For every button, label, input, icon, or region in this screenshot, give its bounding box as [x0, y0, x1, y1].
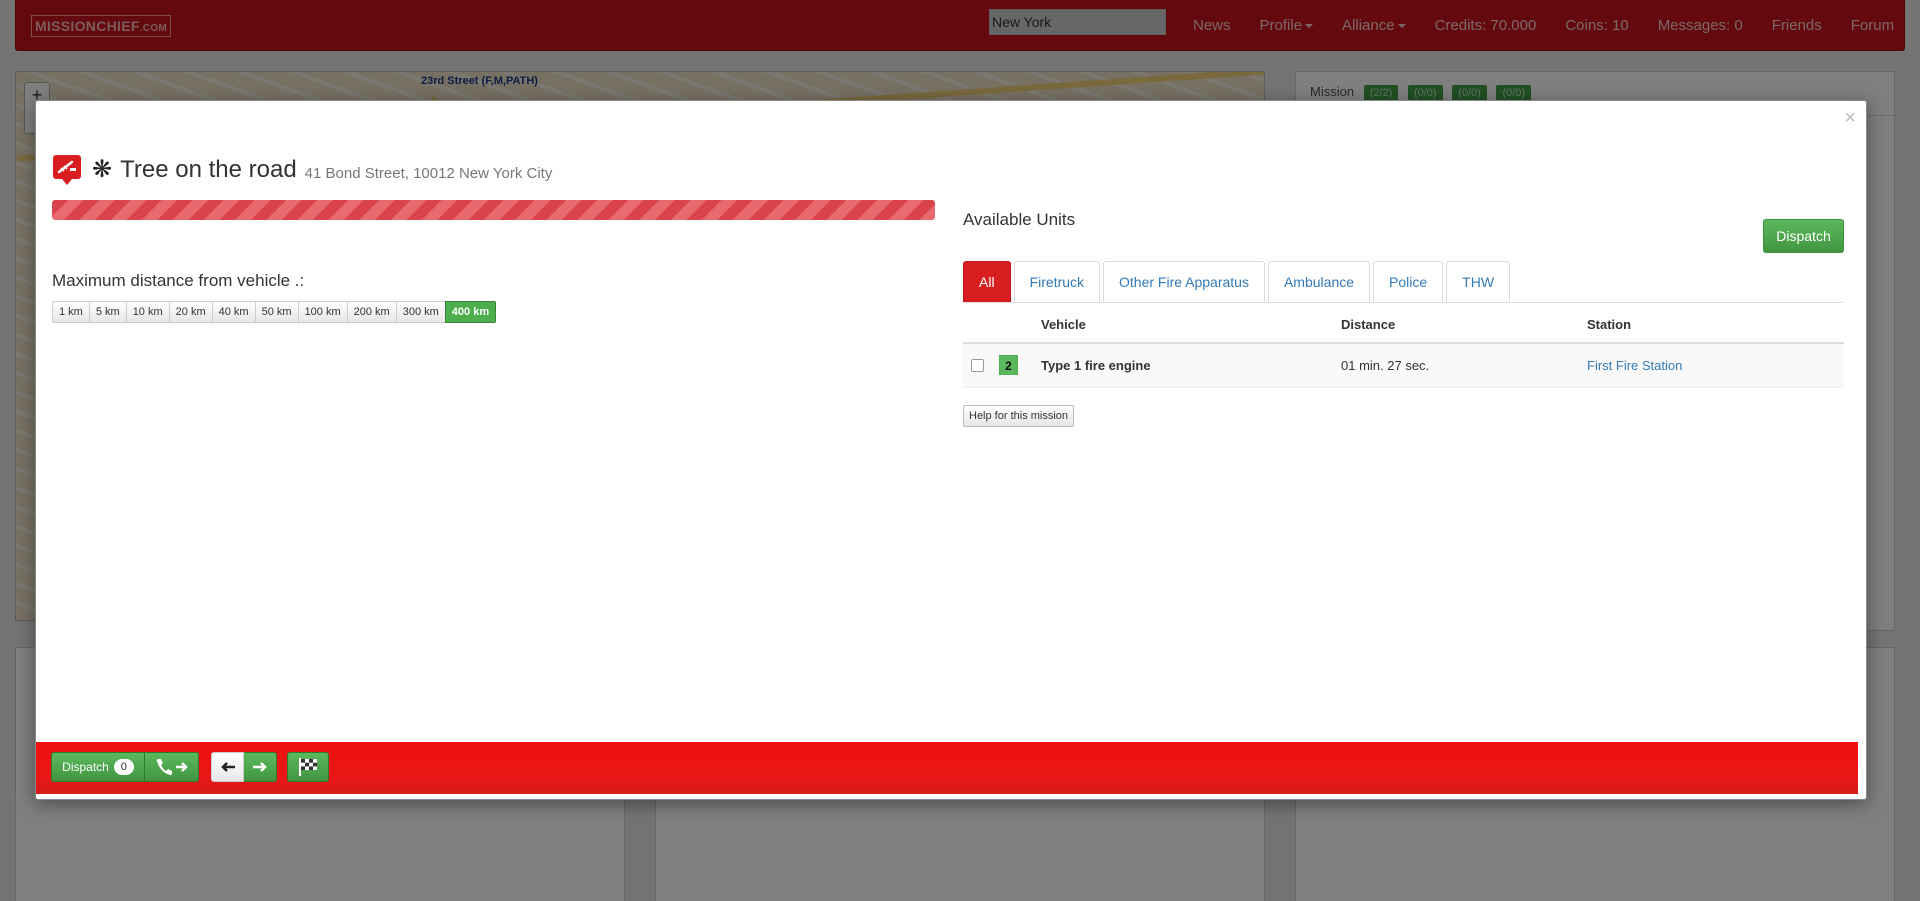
- distance-option[interactable]: 100 km: [297, 301, 347, 323]
- distance-option-selected[interactable]: 400 km: [444, 301, 497, 323]
- tab-police[interactable]: Police: [1373, 261, 1444, 302]
- dispatch-next-button[interactable]: [145, 752, 199, 782]
- mission-name: Tree on the road: [120, 156, 297, 183]
- col-vehicle: Vehicle: [1041, 307, 1341, 344]
- tab-firetruck[interactable]: Firetruck: [1013, 261, 1101, 302]
- dispatch-button[interactable]: Dispatch: [1763, 219, 1844, 253]
- col-station: Station: [1587, 307, 1844, 344]
- mission-modal: × ❋ Tree on the road 41 Bond Street, 100…: [35, 100, 1867, 800]
- select-cell: [963, 343, 999, 388]
- col-count: [999, 307, 1041, 344]
- next-mission-button[interactable]: [244, 752, 277, 782]
- mission-address: 41 Bond Street, 10012 New York City: [304, 164, 553, 182]
- mission-status-icon: ❋: [92, 156, 113, 183]
- bottom-action-bar: Dispatch 0: [36, 742, 1858, 794]
- station-cell: First Fire Station: [1587, 343, 1844, 388]
- distance-option[interactable]: 5 km: [88, 301, 126, 323]
- arrow-left-icon: [220, 762, 235, 772]
- distance-option[interactable]: 20 km: [168, 301, 212, 323]
- finish-group: [287, 752, 329, 782]
- mission-progress-bar: [52, 200, 935, 220]
- distance-option[interactable]: 10 km: [125, 301, 169, 323]
- distance-label: Maximum distance from vehicle .:: [52, 271, 305, 290]
- vehicle-distance: 01 min. 27 sec.: [1341, 343, 1587, 388]
- arrow-right-icon: [253, 762, 267, 772]
- finish-mission-button[interactable]: [287, 752, 329, 782]
- unit-type-tabs: All Firetruck Other Fire Apparatus Ambul…: [963, 261, 1844, 303]
- close-icon[interactable]: ×: [1844, 106, 1856, 130]
- mission-nav-group: [211, 752, 277, 782]
- distance-filter-group: 1 km 5 km 10 km 20 km 40 km 50 km 100 km…: [52, 301, 497, 323]
- dispatch-group: Dispatch 0: [51, 752, 199, 782]
- station-link[interactable]: First Fire Station: [1587, 358, 1682, 373]
- tab-thw[interactable]: THW: [1446, 261, 1511, 302]
- count-cell: 2: [999, 343, 1041, 388]
- distance-option[interactable]: 200 km: [346, 301, 396, 323]
- distance-option[interactable]: 50 km: [254, 301, 298, 323]
- distance-option[interactable]: 300 km: [395, 301, 445, 323]
- mission-progress-fill: [52, 200, 935, 220]
- unit-checkbox[interactable]: [971, 358, 984, 372]
- available-units-title: Available Units: [963, 210, 1076, 229]
- distance-option[interactable]: 40 km: [211, 301, 255, 323]
- table-header-row: Vehicle Distance Station: [963, 307, 1844, 344]
- col-select: [963, 307, 999, 344]
- mission-title: ❋ Tree on the road 41 Bond Street, 10012…: [52, 153, 552, 187]
- tab-ambulance[interactable]: Ambulance: [1267, 261, 1371, 302]
- mission-help-button[interactable]: Help for this mission: [963, 405, 1075, 427]
- available-units-table: Vehicle Distance Station 2 Type 1 fire e…: [963, 307, 1844, 388]
- dispatch-count-badge: 0: [113, 759, 134, 775]
- dispatch-bar-label: Dispatch: [62, 760, 109, 774]
- col-distance: Distance: [1341, 307, 1587, 344]
- distance-option[interactable]: 1 km: [52, 301, 89, 323]
- unit-count-badge: 2: [999, 355, 1018, 376]
- dispatch-bar-button[interactable]: Dispatch 0: [51, 752, 145, 782]
- table-row[interactable]: 2 Type 1 fire engine 01 min. 27 sec. Fir…: [963, 343, 1844, 388]
- tab-all[interactable]: All: [963, 261, 1011, 302]
- tab-other-fire-apparatus[interactable]: Other Fire Apparatus: [1103, 261, 1265, 302]
- prev-mission-button[interactable]: [211, 752, 244, 782]
- tree-cut-icon: [52, 154, 82, 186]
- checkered-flag-icon: [299, 758, 317, 776]
- phone-forward-icon: [156, 759, 188, 776]
- vehicle-name: Type 1 fire engine: [1041, 343, 1341, 388]
